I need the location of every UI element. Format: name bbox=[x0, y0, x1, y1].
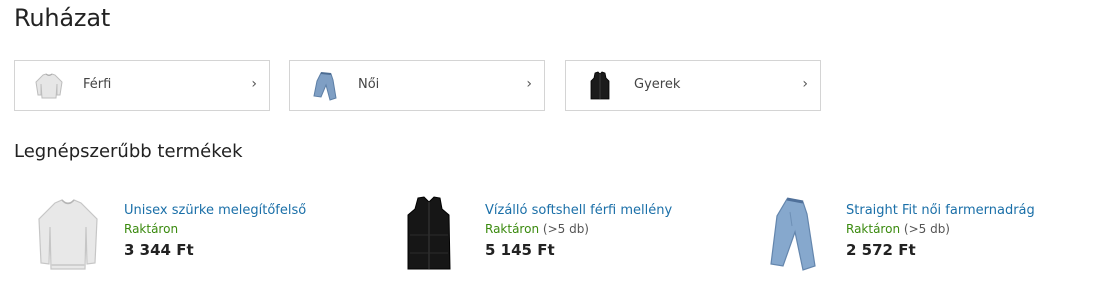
stock-status: Raktáron (>5 db) bbox=[485, 222, 745, 236]
stock-label: Raktáron bbox=[485, 222, 540, 236]
jeans-icon bbox=[308, 70, 340, 102]
product-card: Unisex szürke melegítőfelső Raktáron 3 3… bbox=[28, 190, 368, 280]
product-name-link[interactable]: Vízálló softshell férfi mellény bbox=[485, 203, 745, 218]
stock-quantity: (>5 db) bbox=[542, 222, 589, 236]
category-card-ferfi[interactable]: Férfi › bbox=[14, 60, 270, 111]
stock-label: Raktáron bbox=[124, 222, 179, 236]
chevron-right-icon: › bbox=[251, 76, 257, 92]
product-name-link[interactable]: Straight Fit női farmernadrág bbox=[846, 203, 1106, 218]
category-label: Női bbox=[358, 77, 380, 92]
stock-status: Raktáron bbox=[124, 222, 384, 236]
page-title: Ruházat bbox=[14, 4, 111, 32]
category-label: Férfi bbox=[83, 77, 112, 92]
category-card-noi[interactable]: Női › bbox=[289, 60, 545, 111]
product-price: 2 572 Ft bbox=[846, 241, 916, 259]
product-card: Straight Fit női farmernadrág Raktáron (… bbox=[750, 190, 1090, 280]
product-price: 3 344 Ft bbox=[124, 241, 194, 259]
stock-quantity: (>5 db) bbox=[903, 222, 950, 236]
vest-icon bbox=[584, 70, 616, 102]
product-price: 5 145 Ft bbox=[485, 241, 555, 259]
vest-icon[interactable] bbox=[389, 194, 469, 274]
chevron-right-icon: › bbox=[526, 76, 532, 92]
section-title: Legnépszerűbb termékek bbox=[14, 141, 243, 162]
sweater-icon[interactable] bbox=[28, 194, 108, 274]
product-name-link[interactable]: Unisex szürke melegítőfelső bbox=[124, 203, 384, 218]
product-card: Vízálló softshell férfi mellény Raktáron… bbox=[389, 190, 729, 280]
chevron-right-icon: › bbox=[802, 76, 808, 92]
stock-label: Raktáron bbox=[846, 222, 901, 236]
category-label: Gyerek bbox=[634, 77, 681, 92]
jeans-icon[interactable] bbox=[750, 194, 830, 274]
category-card-gyerek[interactable]: Gyerek › bbox=[565, 60, 821, 111]
stock-status: Raktáron (>5 db) bbox=[846, 222, 1106, 236]
sweater-icon bbox=[33, 70, 65, 102]
